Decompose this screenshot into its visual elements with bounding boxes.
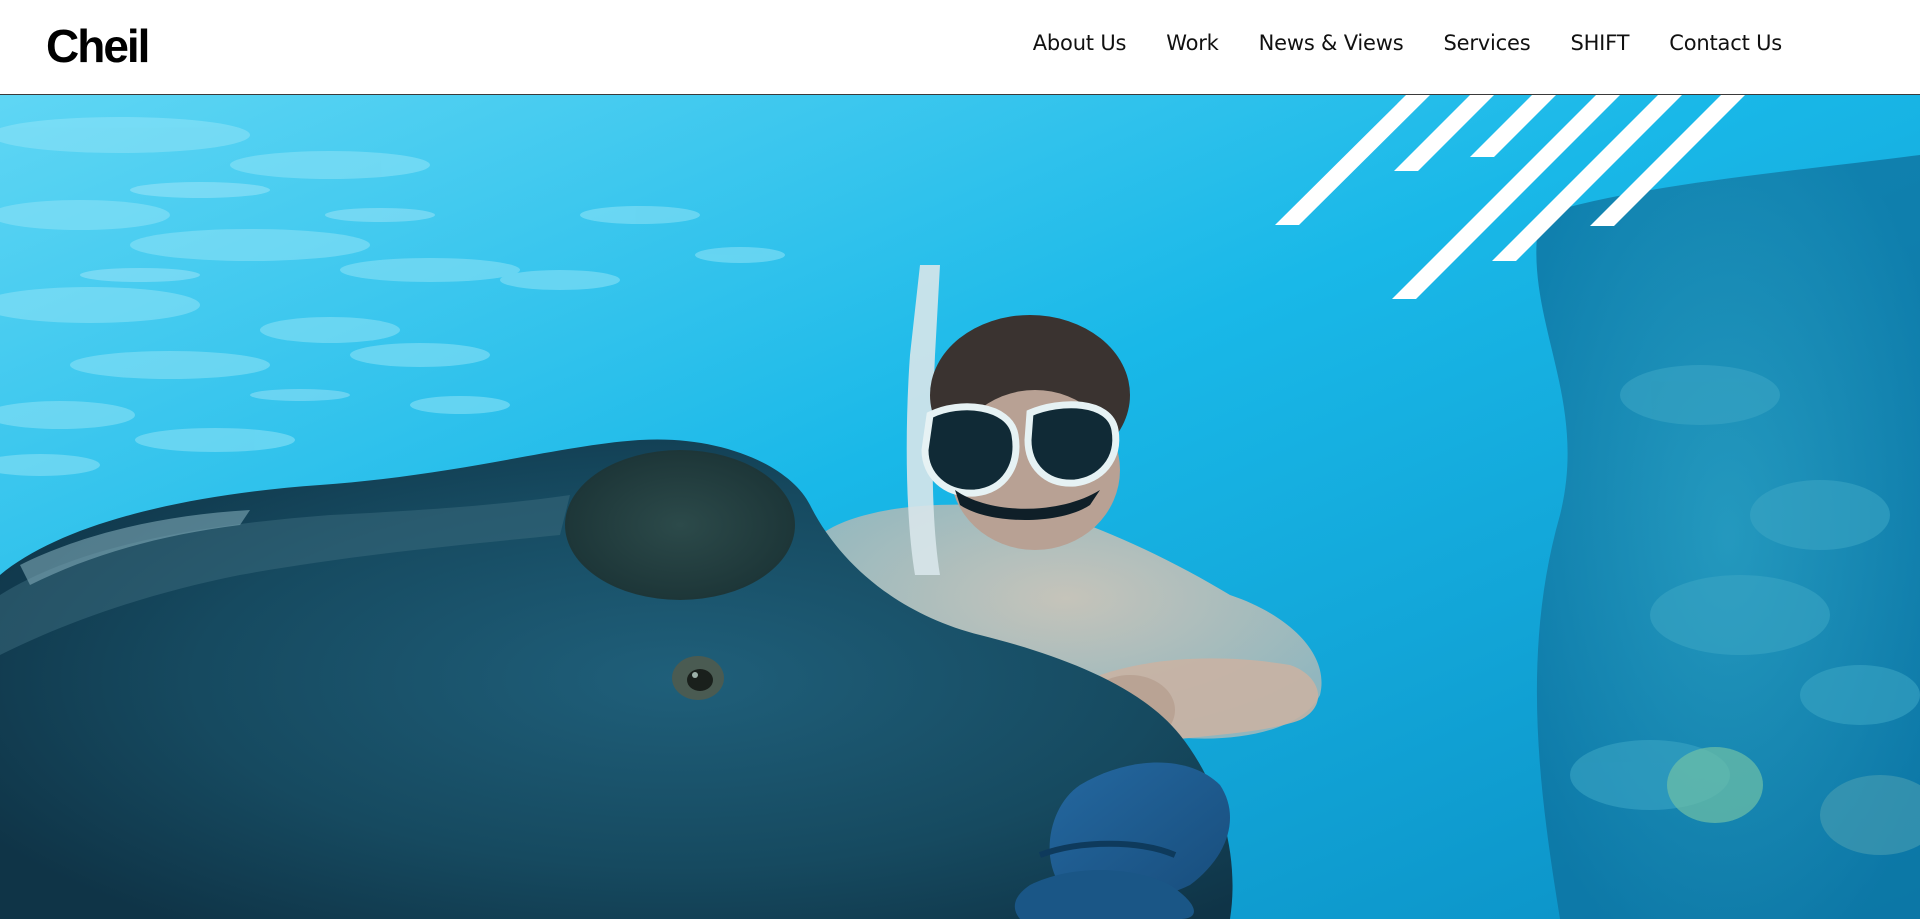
nav-work[interactable]: Work <box>1166 31 1219 55</box>
cheil-logo[interactable]: Cheil <box>46 20 150 72</box>
nav-services[interactable]: Services <box>1443 31 1530 55</box>
nav-about-us[interactable]: About Us <box>1033 31 1127 55</box>
hero-image <box>0 95 1920 919</box>
main-nav: About Us Work News & Views Services SHIF… <box>1033 0 1782 94</box>
hero-video[interactable] <box>0 95 1920 919</box>
site-header: Cheil About Us Work News & Views Service… <box>0 0 1920 95</box>
nav-news-views[interactable]: News & Views <box>1259 31 1404 55</box>
nav-shift[interactable]: SHIFT <box>1570 31 1629 55</box>
nav-contact-us[interactable]: Contact Us <box>1669 31 1782 55</box>
